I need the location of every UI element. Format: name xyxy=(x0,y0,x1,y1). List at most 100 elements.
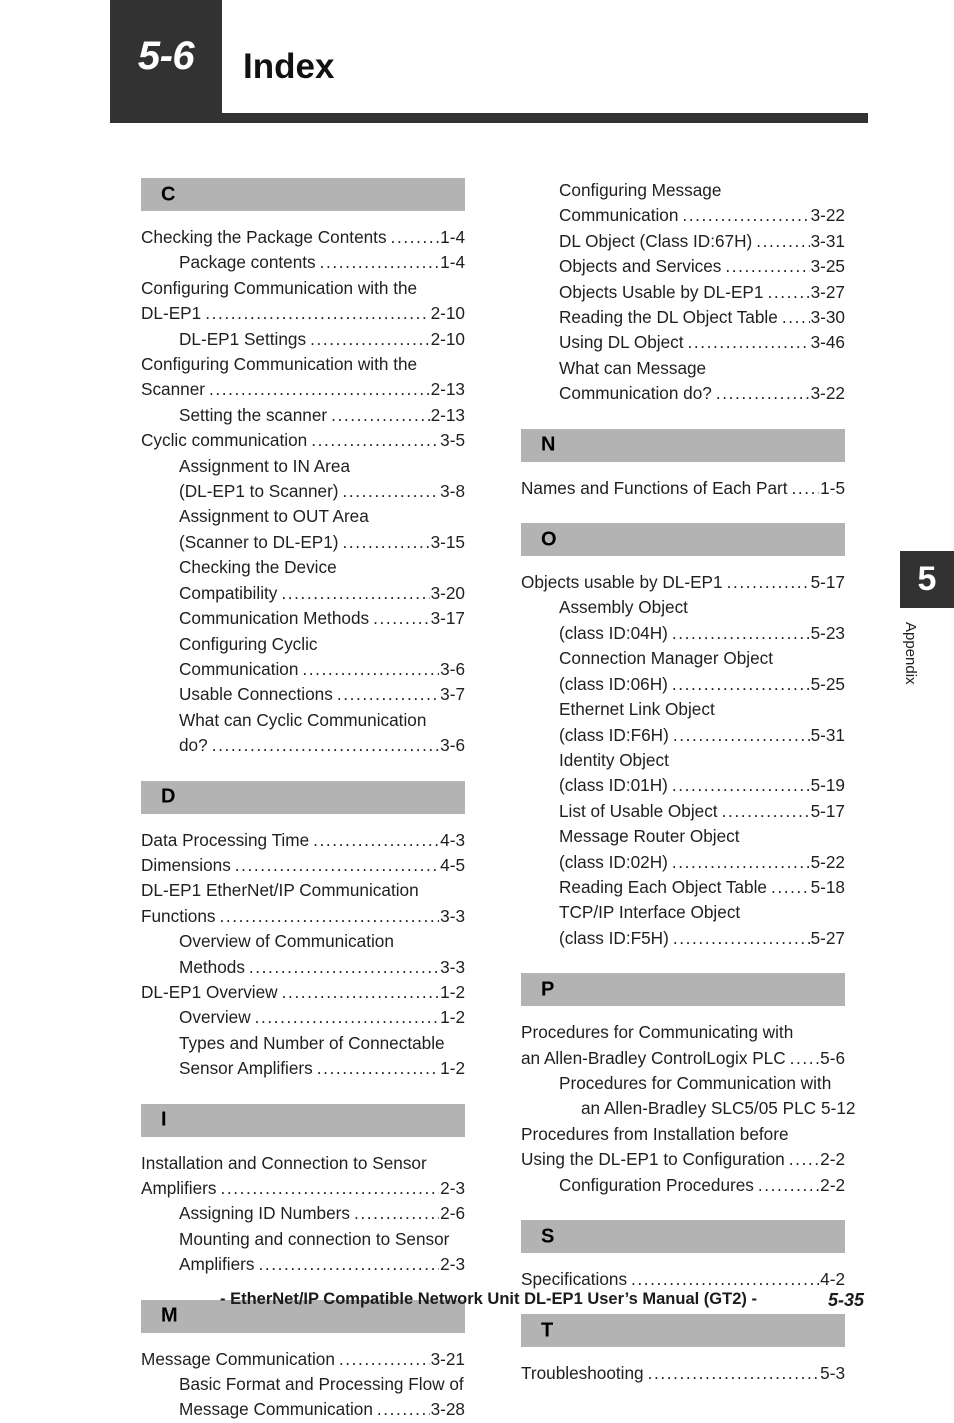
index-entry: Communication...........................… xyxy=(521,203,845,228)
index-entry-text: Types and Number of Connectable xyxy=(179,1032,445,1053)
index-entry-leader: ........................................… xyxy=(672,927,810,948)
index-entry: Assignment to IN Area xyxy=(141,454,465,479)
index-entry-page: 4-2 xyxy=(820,1269,845,1289)
index-entry-leader: ........................................… xyxy=(234,854,439,875)
index-entry: Compatibility...........................… xyxy=(141,581,465,606)
index-entry: Overview................................… xyxy=(141,1005,465,1030)
index-entry-group: Names and Functions of Each Part........… xyxy=(521,476,845,501)
index-entry-page: 5-12 xyxy=(821,1098,856,1119)
index-entry: Using DL Object.........................… xyxy=(521,330,845,355)
index-entry-text: Configuring Message xyxy=(559,180,722,200)
index-entry-leader: ........................................… xyxy=(281,582,430,603)
index-letter-label: D xyxy=(161,785,176,808)
index-entry: What can Cyclic Communication xyxy=(141,708,465,733)
index-entry-page: 5-22 xyxy=(810,851,845,872)
index-entry-text: Mounting and connection to Sensor xyxy=(179,1228,450,1249)
chapter-number: 5-6 xyxy=(137,34,195,78)
index-entry-text: Configuring Communication with the xyxy=(141,277,418,298)
index-entry-text: Scanner xyxy=(141,379,206,400)
index-entry-text: Assignment to OUT Area xyxy=(179,506,369,527)
index-entry-page: 3-22 xyxy=(810,205,845,226)
appendix-side-tab: 5 xyxy=(900,551,954,608)
index-letter-label: I xyxy=(161,1108,167,1131)
index-entry-page: 2-2 xyxy=(820,1174,845,1195)
index-entry-page: 1-2 xyxy=(440,1007,465,1028)
index-entry-text: Communication xyxy=(179,658,299,679)
index-entry-text: Package contents xyxy=(179,252,316,273)
index-entry-page: 3-6 xyxy=(440,658,465,679)
index-letter-label: N xyxy=(541,433,556,456)
index-entry: Communication do?.......................… xyxy=(521,381,845,406)
index-entry: Objects usable by DL-EP1................… xyxy=(521,570,845,595)
index-entry-leader: ........................................… xyxy=(687,332,810,353)
index-entry-leader: ........................................… xyxy=(721,800,810,821)
index-entry-text: DL Object (Class ID:67H) xyxy=(559,230,753,251)
index-letter-bar-n: N xyxy=(521,428,845,462)
index-entry-text: Using the DL-EP1 to Configuration xyxy=(521,1149,785,1170)
index-entry-leader: ........................................… xyxy=(756,230,809,251)
index-entry-text: (class ID:01H) xyxy=(559,775,668,796)
index-entry-text: Data Processing Time xyxy=(141,829,310,850)
index-entry-text: Connection Manager Object xyxy=(559,648,774,669)
index-entry-text: DL-EP1 xyxy=(141,303,202,324)
index-entry: (class ID:06H)..........................… xyxy=(521,672,845,697)
index-entry-text: Amplifiers xyxy=(141,1178,217,1198)
index-entry: (Scanner to DL-EP1).....................… xyxy=(141,530,465,555)
index-entry: Communication Methods...................… xyxy=(141,606,465,631)
header-rule xyxy=(110,113,868,123)
footer-manual-title: - EtherNet/IP Compatible Network Unit DL… xyxy=(220,1290,757,1308)
index-entry-text: (DL-EP1 to Scanner) xyxy=(179,481,339,502)
index-entry-leader: ........................................… xyxy=(390,227,440,247)
index-entry-page: 2-13 xyxy=(430,379,465,400)
index-entry: Objects Usable by DL-EP1................… xyxy=(521,280,845,305)
index-entry-page: 4-3 xyxy=(440,829,465,850)
index-entry: Procedures from Installation before xyxy=(521,1122,845,1147)
index-letter-label: P xyxy=(541,978,555,1001)
index-entry-page: 5-6 xyxy=(820,1047,845,1068)
page-title: Index xyxy=(243,47,335,86)
index-letter-label: S xyxy=(541,1225,555,1247)
index-entry-leader: ........................................… xyxy=(672,724,810,745)
index-entry-text: Installation and Connection to Sensor xyxy=(141,1152,427,1173)
index-entry-text: Configuration Procedures xyxy=(559,1174,754,1195)
index-entry-text: Checking the Device xyxy=(179,557,337,578)
index-entry-text: Message Communication xyxy=(141,1348,335,1369)
index-entry-text: What can Message xyxy=(559,357,707,378)
index-entry: Mounting and connection to Sensor xyxy=(141,1227,465,1252)
index-entry-text: Using DL Object xyxy=(559,332,684,353)
index-entry-text: Configuring Communication with the xyxy=(141,354,418,375)
index-entry-page: 5-23 xyxy=(810,622,845,643)
index-entry-leader: ........................................… xyxy=(757,1174,819,1195)
index-entry-page: 3-25 xyxy=(810,256,845,277)
index-entry: Procedures for Communicating with xyxy=(521,1020,845,1045)
index-entry-page: 3-17 xyxy=(430,608,465,629)
index-entry-leader: ........................................… xyxy=(302,658,439,679)
index-entry-text: Basic Format and Processing Flow of xyxy=(179,1374,464,1395)
index-entry-text: (class ID:04H) xyxy=(559,622,668,643)
index-entry-group: Message Communication...................… xyxy=(141,1347,465,1423)
index-letter-bar-o: O xyxy=(521,523,845,557)
index-entry-leader: ........................................… xyxy=(373,608,430,629)
index-entry: Message Communication...................… xyxy=(141,1347,465,1372)
index-entry-page: 3-15 xyxy=(430,531,465,552)
index-entry-leader: ........................................… xyxy=(313,829,439,850)
index-entry: Reading the DL Object Table.............… xyxy=(521,305,845,330)
index-entry-leader: ........................................… xyxy=(671,851,810,872)
index-entry-leader: ........................................… xyxy=(726,572,810,593)
index-entry: (class ID:02H)..........................… xyxy=(521,850,845,875)
index-entry-text: Functions xyxy=(141,905,216,926)
index-entry: Configuring Communication with the xyxy=(141,276,465,301)
index-entry-text: Assigning ID Numbers xyxy=(179,1203,350,1224)
index-entry-leader: ........................................… xyxy=(319,252,440,273)
index-entry-text: Procedures for Communicating with xyxy=(521,1022,794,1043)
index-entry-leader: ........................................… xyxy=(219,905,440,926)
index-entry-text: (class ID:06H) xyxy=(559,673,668,694)
index-entry-page: 3-21 xyxy=(430,1348,465,1369)
index-entry: Cyclic communication....................… xyxy=(141,428,465,453)
